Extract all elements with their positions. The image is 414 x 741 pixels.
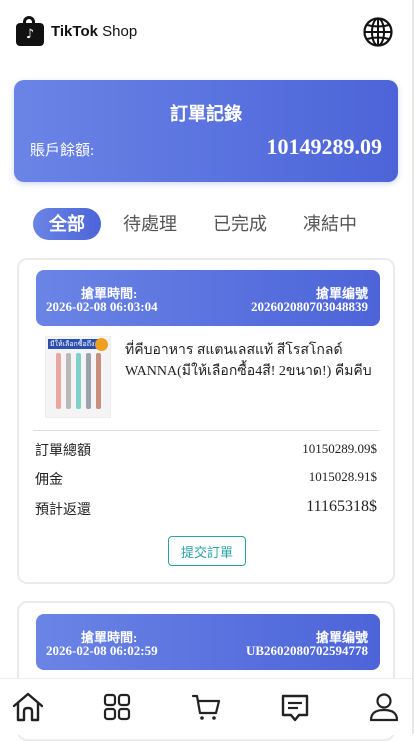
order-record-card: 訂單記錄 賬戶餘額: 10149289.09 [14,80,398,182]
profile-icon[interactable] [366,689,402,725]
order-header: 搶單時間: 2026-02-08 06:02:59 搶單编號 UB2602080… [36,614,380,670]
product-image-banner: มีให้เลือกซื้อถึง [48,339,100,349]
tiktok-shop-logo[interactable]: ♪ TikTok Shop [16,16,137,46]
cart-icon[interactable] [188,689,224,725]
order-total-label: 訂單總額 [35,443,91,459]
order-time-value: 2026-02-08 06:02:59 [46,643,158,658]
submit-order-button[interactable]: 提交訂單 [168,536,246,566]
page-title: 訂單記錄 [170,104,242,124]
balance-label: 賬戶餘額: [30,143,95,159]
tab-pending[interactable]: 待處理 [123,208,177,240]
orders-icon[interactable] [277,689,313,725]
order-id-value: UB2602080702594778 [245,643,368,658]
home-icon[interactable] [10,689,46,725]
product-image-badge [95,338,108,351]
order-card: 搶單時間: 2026-02-08 06:03:04 搶單编號 202602080… [17,258,395,584]
order-time-value: 2026-02-08 06:03:04 [46,299,158,314]
top-header: ♪ TikTok Shop [0,0,412,66]
tab-frozen[interactable]: 凍結中 [303,208,357,240]
commission-label: 佣金 [35,472,63,488]
expected-return-label: 預計返還 [35,502,91,518]
tab-all[interactable]: 全部 [33,208,101,240]
tab-completed[interactable]: 已完成 [213,208,267,240]
divider [33,430,379,431]
expected-return-value: 11165318$ [306,498,377,515]
product-name[interactable]: ที่คีบอาหาร สแตนเลสแท้ สีโรสโกลด์ WANNA(… [125,340,377,382]
shopping-bag-icon: ♪ [16,16,44,46]
bottom-navigation [0,678,412,735]
grid-icon[interactable] [99,689,135,725]
globe-icon[interactable] [362,16,394,48]
brand-name: TikTok Shop [51,22,138,40]
status-tabs: 全部 待處理 已完成 凍結中 [33,208,357,240]
order-total-value: 10150289.09$ [302,441,377,456]
commission-value: 1015028.91$ [308,469,377,484]
balance-value: 10149289.09 [266,134,383,159]
product-image: มีให้เลือกซื้อถึง [45,336,111,418]
order-header: 搶單時間: 2026-02-08 06:03:04 搶單编號 202602080… [36,270,380,326]
order-id-value: 20260208070304883​9 [251,299,368,314]
